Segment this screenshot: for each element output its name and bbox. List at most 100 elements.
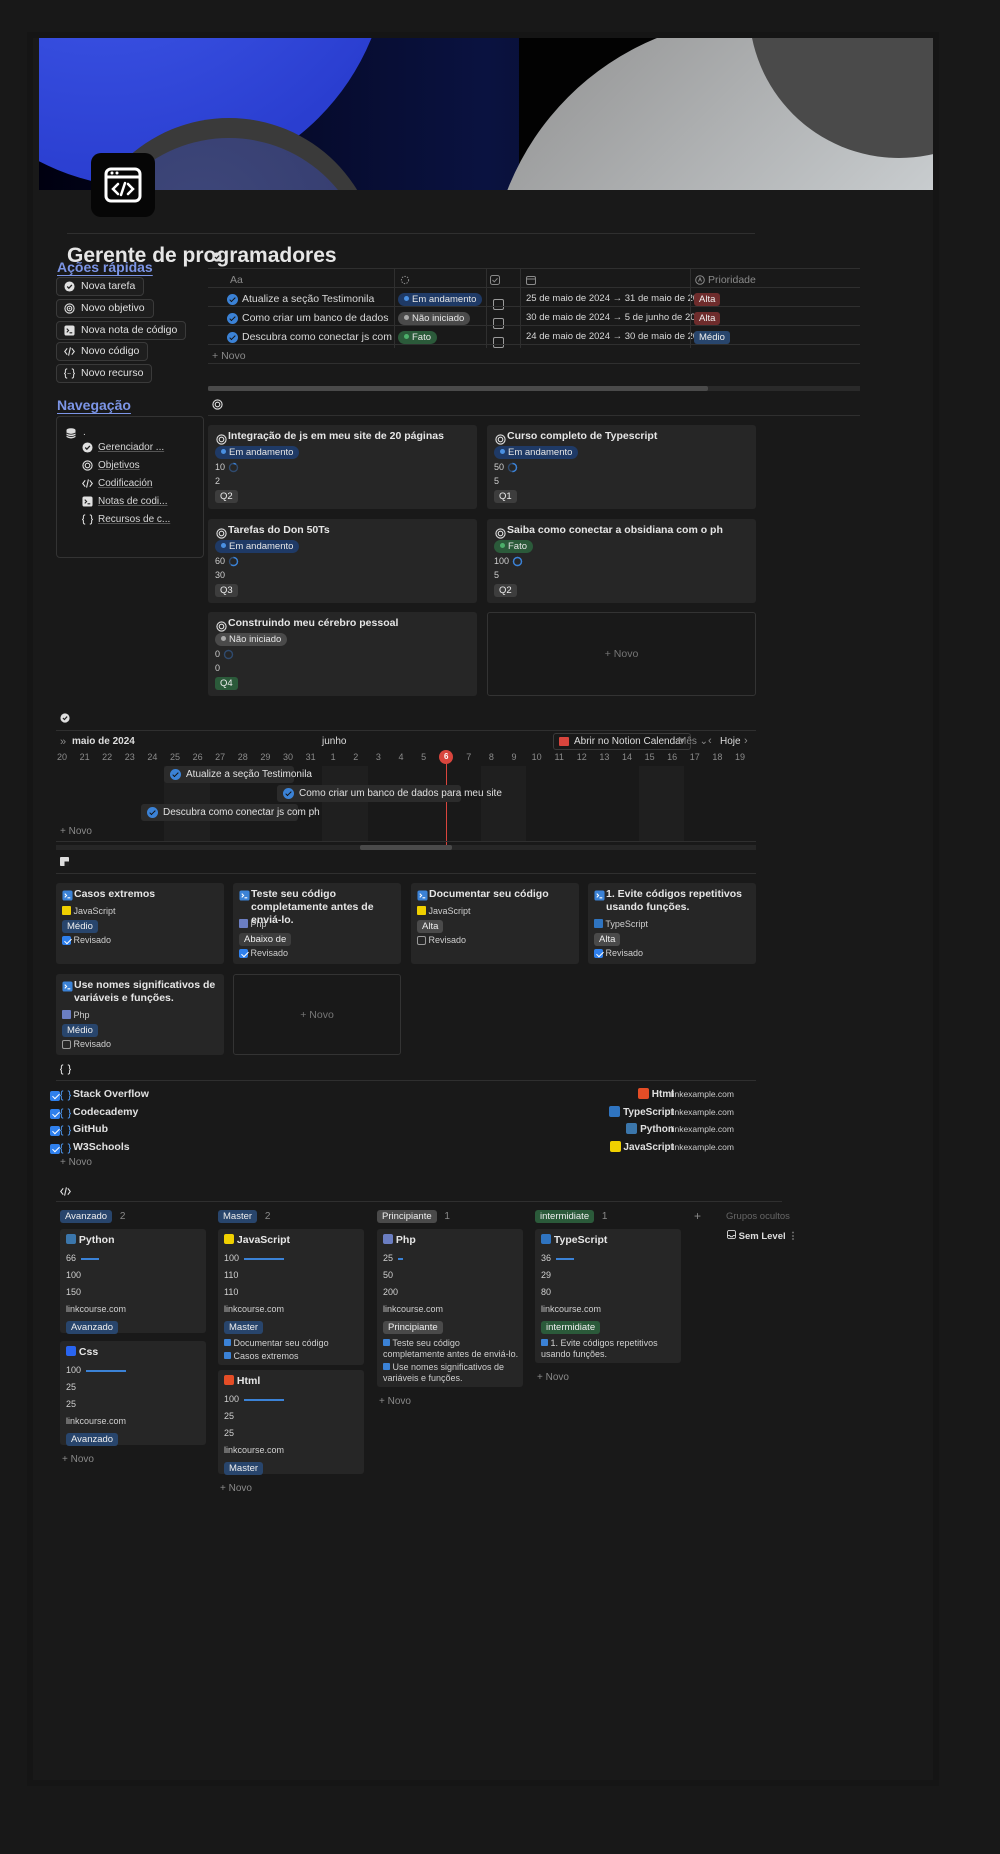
goal-card[interactable]: Curso completo de Typescript Em andament… [487,425,756,509]
related-note[interactable]: Casos extremos [224,1351,360,1362]
course-link[interactable]: linkcourse.com [541,1304,601,1314]
new-code-note-button[interactable]: Nova nota de código [56,321,187,340]
resource-link[interactable]: linkexample.com [671,1107,734,1117]
resource-checkbox[interactable] [50,1108,60,1119]
tasks-scrollbar[interactable] [208,386,860,391]
course-link[interactable]: linkcourse.com [383,1304,443,1314]
priority-tag[interactable]: Alta [694,312,721,325]
code-note-card[interactable]: Documentar seu código JavaScript Alta Re… [411,883,579,964]
kanban-group-header[interactable]: Avanzado 2 [60,1210,125,1223]
timeline-new[interactable]: + Novo [60,826,92,837]
kanban-new[interactable]: + Novo [537,1372,569,1383]
related-note[interactable]: 1. Evite códigos repetitivos usando funç… [541,1338,677,1360]
reviewed-checkbox[interactable] [594,949,603,959]
goal-card[interactable]: Construindo meu cérebro pessoal Não inic… [208,612,477,696]
code-note-card[interactable]: 1. Evite códigos repetitivos usando funç… [588,883,756,964]
resource-row[interactable]: W3Schools JavaScript linkexample.com [50,1140,756,1157]
course-link[interactable]: linkcourse.com [224,1304,284,1314]
status-badge[interactable]: Fato [398,331,438,344]
code-card[interactable]: Php 25 50 200 linkcourse.com Principiant… [377,1229,523,1387]
open-calendar-button[interactable]: Abrir no Notion Calendar [553,733,692,750]
related-note[interactable]: Teste seu código completamente antes de … [383,1338,519,1360]
code-note-card[interactable]: Use nomes significativos de variáveis e … [56,974,224,1055]
resource-checkbox[interactable] [50,1091,60,1102]
reviewed-field[interactable]: Revisado [62,935,111,946]
timeline-bar[interactable]: Como criar um banco de dados para meu si… [277,785,502,802]
resource-link[interactable]: linkexample.com [671,1142,734,1152]
kanban-new[interactable]: + Novo [220,1483,252,1494]
reviewed-field[interactable]: Revisado [594,948,643,959]
resource-row[interactable]: Codecademy TypeScript linkexample.com [50,1105,756,1122]
timeline-scrollbar[interactable] [56,845,756,850]
status-badge[interactable]: Em andamento [398,293,483,306]
goal-card[interactable]: Tarefas do Don 50Ts Em andamento 60 30 Q… [208,519,477,603]
nav-item-goals[interactable]: Objetivos [82,460,140,471]
resource-language: Html [637,1088,674,1100]
reviewed-checkbox[interactable] [62,936,71,946]
resource-link[interactable]: linkexample.com [671,1089,734,1099]
nav-root[interactable]: . [83,427,86,438]
resource-checkbox[interactable] [50,1143,60,1154]
status-badge[interactable]: Não iniciado [398,312,471,325]
goal-card[interactable]: Integração de js em meu site de 20 págin… [208,425,477,509]
reviewed-checkbox[interactable] [239,949,248,959]
resource-name[interactable]: GitHub [73,1123,108,1135]
kanban-new[interactable]: + Novo [62,1454,94,1465]
page-icon[interactable] [91,153,155,217]
reviewed-checkbox[interactable] [417,936,426,946]
nav-item-coding[interactable]: Codificación [82,478,152,489]
nav-item-code-resources[interactable]: Recursos de c... [82,514,170,525]
nav-item-code-notes[interactable]: Notas de codi... [82,496,167,507]
resource-name[interactable]: Stack Overflow [73,1088,149,1100]
new-goal-button[interactable]: Novo objetivo [56,299,154,318]
resources-new[interactable]: + Novo [60,1157,92,1168]
new-task-button[interactable]: Nova tarefa [56,277,145,296]
code-note-card[interactable]: Teste seu código completamente antes de … [233,883,401,964]
kanban-group-header[interactable]: intermidiate 1 [535,1210,607,1223]
code-card[interactable]: TypeScript 36 29 80 linkcourse.com inter… [535,1229,681,1363]
reviewed-field[interactable]: Revisado [239,948,288,959]
expand-icon[interactable]: » [60,736,66,748]
kanban-group-header[interactable]: Principiante 1 [377,1210,450,1223]
code-note-card[interactable]: Casos extremos JavaScript Médio Revisado [56,883,224,964]
new-resource-button[interactable]: Novo recurso [56,364,153,383]
add-group-button[interactable]: + [694,1209,701,1223]
related-note[interactable]: Documentar seu código [224,1338,360,1349]
prev-arrow-icon[interactable]: ‹ [708,735,712,747]
new-note-card[interactable]: + Novo [233,974,401,1055]
new-code-button[interactable]: Novo código [56,342,149,361]
nav-item-task-manager[interactable]: Gerenciador ... [82,442,164,453]
goal-card[interactable]: Saiba como conectar a obsidiana com o ph… [487,519,756,603]
next-arrow-icon[interactable]: › [744,735,748,747]
code-card[interactable]: Python 66 100 150 linkcourse.com Avanzad… [60,1229,206,1334]
resource-row[interactable]: Stack Overflow Html linkexample.com [50,1087,756,1104]
priority-tag[interactable]: Médio [694,331,730,344]
course-link[interactable]: linkcourse.com [66,1304,126,1314]
resource-checkbox[interactable] [50,1126,60,1137]
resource-row[interactable]: GitHub Python linkexample.com [50,1122,756,1139]
kanban-group-header[interactable]: Master 2 [218,1210,270,1223]
related-note[interactable]: Use nomes significativos de variáveis e … [383,1362,519,1384]
code-card[interactable]: Html 100 25 25 linkcourse.com Master [218,1370,364,1475]
reviewed-checkbox[interactable] [62,1040,71,1050]
resource-name[interactable]: Codecademy [73,1106,138,1118]
resource-link[interactable]: linkexample.com [671,1124,734,1134]
priority-tag[interactable]: Alta [694,293,721,306]
reviewed-field[interactable]: Revisado [62,1039,111,1050]
course-link[interactable]: linkcourse.com [66,1416,126,1426]
note-title: Use nomes significativos de variáveis e … [74,979,216,1004]
timeline-bar[interactable]: Atualize a seção Testimonila [164,766,312,783]
kanban-new[interactable]: + Novo [379,1396,411,1407]
code-card[interactable]: Css 100 25 25 linkcourse.com Avanzado [60,1341,206,1446]
reviewed-field[interactable]: Revisado [417,935,466,946]
view-mode-select[interactable]: Mês ⌄ [678,736,708,747]
cover-image[interactable] [39,38,933,190]
timeline-bar[interactable]: Descubra como conectar js com ph [141,804,320,821]
level-tag: Médio [62,920,98,933]
course-link[interactable]: linkcourse.com [224,1445,284,1455]
code-card[interactable]: JavaScript 100 110 110 linkcourse.com Ma… [218,1229,364,1365]
no-level-group[interactable]: Sem Level ⋮ [727,1230,798,1242]
resource-name[interactable]: W3Schools [73,1141,130,1153]
today-button[interactable]: Hoje [720,736,741,747]
new-goal-card[interactable]: + Novo [487,612,756,696]
